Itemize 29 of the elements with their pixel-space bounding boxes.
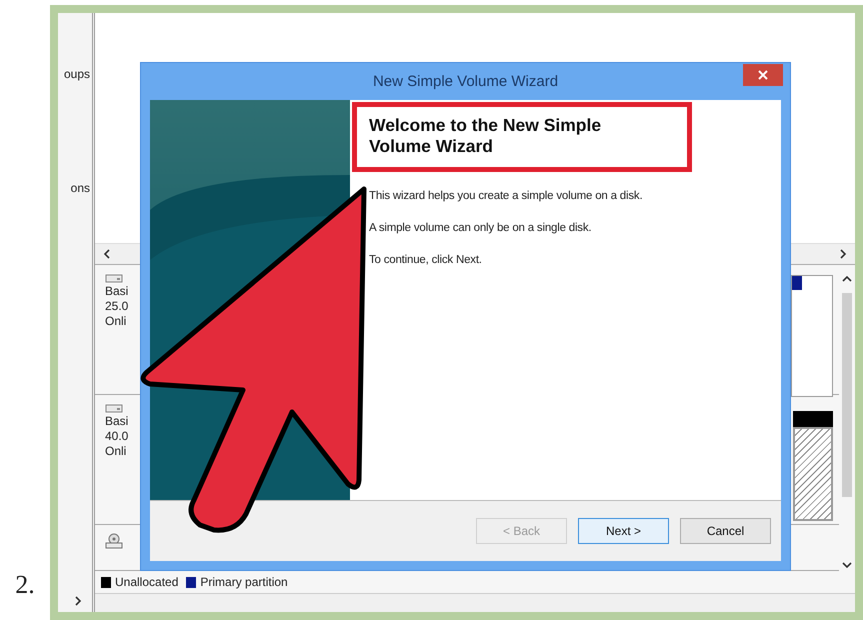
- scroll-right-icon[interactable]: [74, 596, 82, 606]
- wizard-heading: Welcome to the New Simple Volume Wizard: [369, 115, 602, 157]
- disk-drive-icon: [105, 403, 123, 413]
- disk-drive-icon: [105, 273, 123, 283]
- scrollbar-thumb[interactable]: [842, 293, 852, 497]
- disk-info-text: Basi: [105, 284, 128, 298]
- scroll-left-icon[interactable]: [103, 249, 111, 259]
- close-icon[interactable]: [758, 70, 768, 80]
- scroll-right-icon[interactable]: [839, 249, 847, 259]
- disk-info-text: 40.0: [105, 429, 128, 443]
- legend-label: Unallocated: [115, 575, 178, 589]
- scroll-up-icon[interactable]: [842, 275, 852, 283]
- close-button[interactable]: [743, 64, 783, 86]
- scroll-down-icon[interactable]: [842, 561, 852, 569]
- disk-info-text: Onli: [105, 314, 128, 328]
- navigation-item[interactable]: oups: [64, 67, 90, 81]
- legend-label: Primary partition: [200, 575, 288, 589]
- next-button[interactable]: Next >: [578, 518, 669, 544]
- wizard-text: A simple volume can only be on a single disk.: [369, 222, 592, 234]
- wizard-text: This wizard helps you create a simple volume on a disk.: [369, 190, 644, 202]
- navigation-item[interactable]: ons: [70, 181, 90, 195]
- cancel-button[interactable]: Cancel: [680, 518, 771, 544]
- cd-drive-icon: [105, 533, 123, 549]
- disk-info-text: Basi: [105, 414, 128, 428]
- step-number: 2.: [15, 570, 35, 600]
- window-title: New Simple Volume Wizard: [372, 73, 558, 90]
- disk-info-text: 25.0: [105, 299, 128, 313]
- disk-info-text: Onli: [105, 444, 128, 458]
- wizard-text: To continue, click Next.: [369, 254, 483, 266]
